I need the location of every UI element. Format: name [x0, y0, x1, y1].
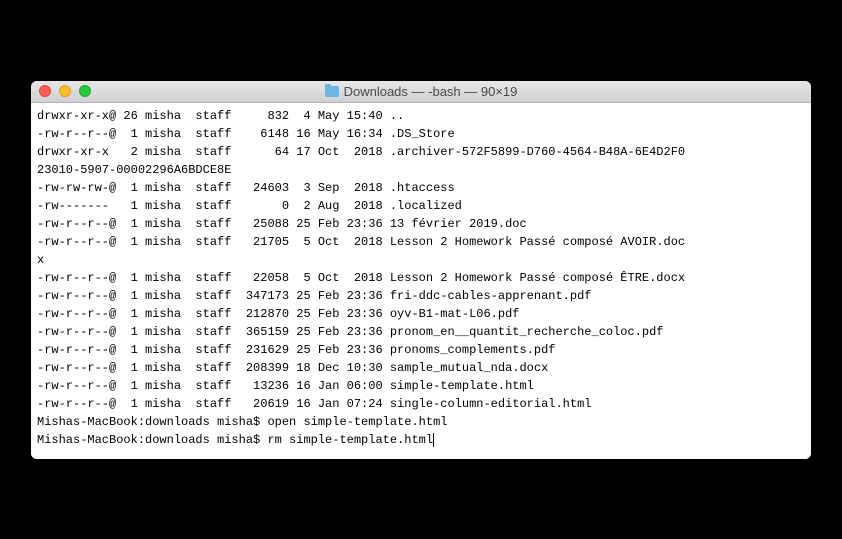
ls-output-line: -rw-r--r--@ 1 misha staff 231629 25 Feb …	[37, 341, 805, 359]
minimize-icon[interactable]	[59, 85, 71, 97]
ls-output-line: -rw-r--r--@ 1 misha staff 347173 25 Feb …	[37, 287, 805, 305]
command-text: rm simple-template.html	[267, 433, 433, 447]
ls-output-line: drwxr-xr-x@ 26 misha staff 832 4 May 15:…	[37, 107, 805, 125]
ls-output-line: drwxr-xr-x 2 misha staff 64 17 Oct 2018 …	[37, 143, 805, 161]
command-text: open simple-template.html	[267, 415, 447, 429]
shell-prompt: Mishas-MacBook:downloads misha$	[37, 433, 267, 447]
zoom-icon[interactable]	[79, 85, 91, 97]
ls-output-line: -rw------- 1 misha staff 0 2 Aug 2018 .l…	[37, 197, 805, 215]
titlebar[interactable]: Downloads — -bash — 90×19	[31, 81, 811, 103]
close-icon[interactable]	[39, 85, 51, 97]
ls-output-line: -rw-r--r--@ 1 misha staff 21705 5 Oct 20…	[37, 233, 805, 251]
terminal-content[interactable]: drwxr-xr-x@ 26 misha staff 832 4 May 15:…	[31, 103, 811, 459]
ls-output-line: -rw-r--r--@ 1 misha staff 13236 16 Jan 0…	[37, 377, 805, 395]
ls-output-line: x	[37, 251, 805, 269]
ls-output-line: -rw-r--r--@ 1 misha staff 212870 25 Feb …	[37, 305, 805, 323]
ls-output-line: -rw-r--r--@ 1 misha staff 20619 16 Jan 0…	[37, 395, 805, 413]
ls-output-line: -rw-r--r--@ 1 misha staff 365159 25 Feb …	[37, 323, 805, 341]
ls-output-line: -rw-r--r--@ 1 misha staff 208399 18 Dec …	[37, 359, 805, 377]
text-cursor	[433, 433, 434, 447]
prompt-line: Mishas-MacBook:downloads misha$ rm simpl…	[37, 431, 805, 449]
traffic-lights	[31, 85, 91, 97]
folder-icon	[325, 86, 339, 97]
window-title: Downloads — -bash — 90×19	[31, 84, 811, 99]
prompt-line: Mishas-MacBook:downloads misha$ open sim…	[37, 413, 805, 431]
ls-output-line: 23010-5907-00002296A6BDCE8E	[37, 161, 805, 179]
ls-output-line: -rw-r--r--@ 1 misha staff 6148 16 May 16…	[37, 125, 805, 143]
window-title-text: Downloads — -bash — 90×19	[344, 84, 518, 99]
ls-output-line: -rw-r--r--@ 1 misha staff 25088 25 Feb 2…	[37, 215, 805, 233]
ls-output-line: -rw-rw-rw-@ 1 misha staff 24603 3 Sep 20…	[37, 179, 805, 197]
ls-output-line: -rw-r--r--@ 1 misha staff 22058 5 Oct 20…	[37, 269, 805, 287]
shell-prompt: Mishas-MacBook:downloads misha$	[37, 415, 267, 429]
terminal-window: Downloads — -bash — 90×19 drwxr-xr-x@ 26…	[31, 81, 811, 459]
